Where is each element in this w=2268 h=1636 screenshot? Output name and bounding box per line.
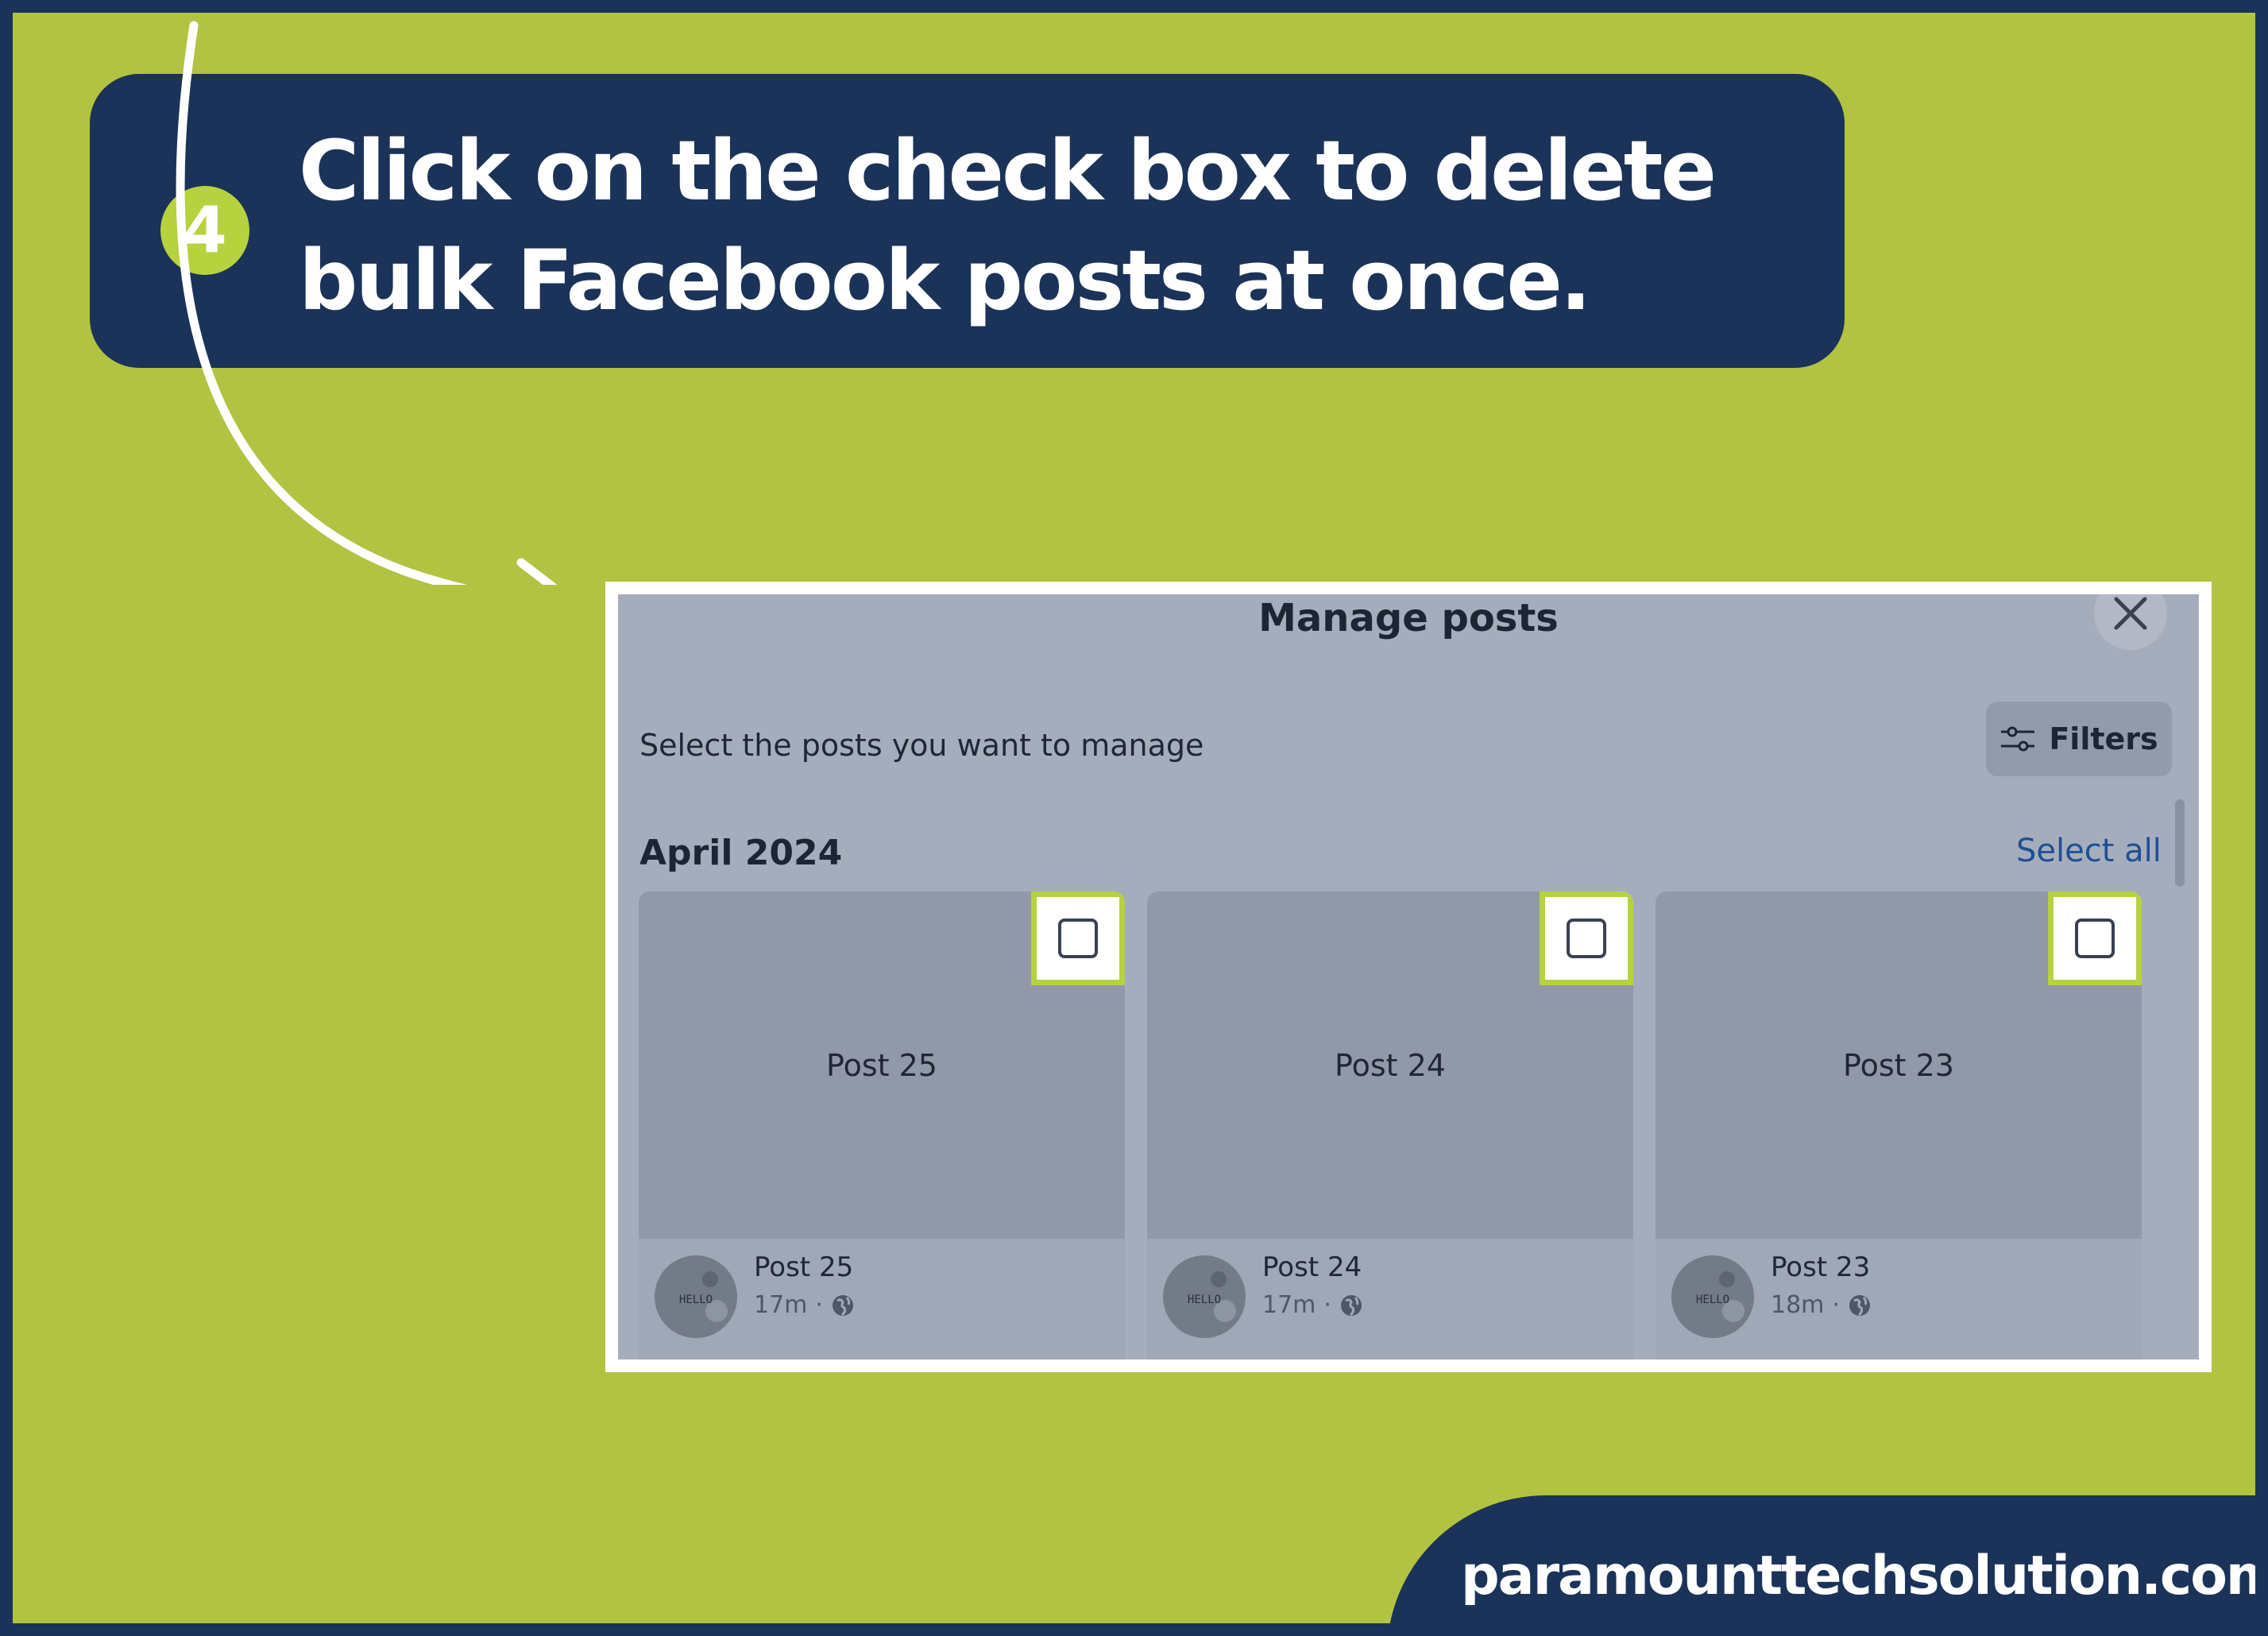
graphic-canvas: 4 Click on the check box to delete bulk … <box>13 13 2255 1623</box>
meta-separator: · <box>1832 1291 1840 1319</box>
avatar-text: HELLO <box>1696 1294 1729 1306</box>
dialog-title: Manage posts <box>1258 596 1559 640</box>
globe-icon <box>1340 1294 1362 1316</box>
avatar-image: HELLO <box>1163 1255 1246 1338</box>
checkbox-icon <box>1058 919 1098 958</box>
post-title: Post 25 <box>754 1251 854 1283</box>
post-checkbox[interactable] <box>2048 891 2142 985</box>
avatar: HELLO <box>1163 1255 1246 1338</box>
filters-icon <box>2001 726 2035 752</box>
post-time: 17m <box>754 1291 808 1319</box>
post-card[interactable]: Post 24 HELLO Post 24 17m · <box>1147 891 1633 1359</box>
filters-label: Filters <box>2049 721 2158 756</box>
manage-posts-dialog: Manage posts Select the posts you want t… <box>618 594 2199 1359</box>
curved-arrow-icon <box>176 21 558 585</box>
select-all-link[interactable]: Select all <box>2016 833 2162 869</box>
post-time: 18m <box>1771 1291 1825 1319</box>
checkbox-icon <box>1567 919 1606 958</box>
globe-icon <box>1849 1294 1870 1316</box>
post-title: Post 24 <box>1262 1251 1362 1283</box>
avatar: HELLO <box>655 1255 737 1338</box>
post-title: Post 23 <box>1771 1251 1871 1283</box>
meta-separator: · <box>1323 1291 1331 1319</box>
post-meta: 18m · <box>1771 1291 1872 1319</box>
scrollbar[interactable] <box>2175 799 2185 887</box>
avatar-text: HELLO <box>1188 1294 1221 1306</box>
meta-separator: · <box>815 1291 823 1319</box>
avatar-image: HELLO <box>655 1255 737 1338</box>
globe-icon <box>832 1294 853 1316</box>
website-url: paramounttechsolution.com <box>1461 1545 2255 1607</box>
month-heading: April 2024 <box>639 833 843 873</box>
post-meta: 17m · <box>1262 1291 1363 1319</box>
avatar-image: HELLO <box>1671 1255 1754 1338</box>
dialog-subtitle: Select the posts you want to manage <box>639 728 1204 763</box>
post-checkbox[interactable] <box>1031 891 1125 985</box>
post-checkbox[interactable] <box>1540 891 1633 985</box>
checkbox-icon <box>2075 919 2115 958</box>
post-card[interactable]: Post 25 HELLO Post 25 17m · <box>639 891 1125 1359</box>
avatar: HELLO <box>1671 1255 1754 1338</box>
post-card[interactable]: Post 23 HELLO Post 23 18m · <box>1656 891 2142 1359</box>
screenshot-frame: Manage posts Select the posts you want t… <box>605 582 2212 1372</box>
close-icon <box>2114 597 2147 630</box>
filters-button[interactable]: Filters <box>1986 702 2172 776</box>
avatar-text: HELLO <box>679 1294 713 1306</box>
post-time: 17m <box>1262 1291 1316 1319</box>
post-meta: 17m · <box>754 1291 855 1319</box>
